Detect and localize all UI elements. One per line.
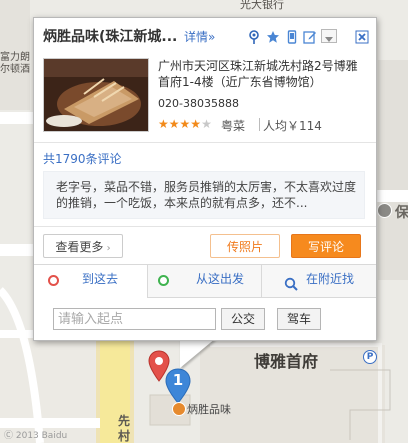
star-empty-icon: ★: [201, 117, 212, 131]
parking-icon: P: [363, 350, 377, 364]
star-filled-icon: ★: [190, 117, 202, 131]
drive-button[interactable]: 驾车: [277, 308, 321, 330]
red-dot-icon: [48, 275, 59, 286]
restaurant-photo[interactable]: [43, 58, 149, 132]
map-label-bank: 光大银行: [240, 0, 284, 11]
divider: [34, 226, 376, 227]
start-point-input[interactable]: [53, 308, 216, 330]
restaurant-map-label[interactable]: 炳胜品味: [187, 401, 231, 417]
search-icon: [284, 273, 298, 301]
per-capita-price: 人均￥114: [263, 119, 322, 133]
map-poi-icon: [377, 203, 392, 218]
poi-title[interactable]: 炳胜品味(珠江新城...: [43, 26, 177, 46]
divider: [34, 142, 376, 143]
poi-info-window: 炳胜品味(珠江新城... 详情» 广州市天河区珠江新城冼村路2号博雅首府1-4楼…: [33, 17, 377, 341]
chevron-right-icon: ›: [103, 243, 111, 254]
tab-nearby[interactable]: 在附近找: [262, 265, 376, 298]
view-more-label: 查看更多: [55, 240, 104, 254]
phone-icon[interactable]: [285, 29, 299, 44]
write-review-button[interactable]: 写评论: [291, 234, 361, 258]
marker-number: 1: [172, 371, 184, 389]
green-dot-icon: [158, 275, 169, 286]
dropdown-icon[interactable]: [321, 29, 337, 43]
phone-number: 020-38035888: [158, 97, 239, 110]
popup-tail: [180, 338, 216, 368]
review-text: 老字号，菜品不错，服务员推销的太厉害，不太喜欢过度的推销，一个吃饭，本来点的就有…: [56, 180, 357, 210]
edit-icon[interactable]: [303, 29, 317, 44]
road-label-2: 村: [118, 429, 131, 443]
rating-stars: ★★★★★: [158, 117, 212, 131]
location-pin-icon[interactable]: [247, 29, 261, 44]
map-label-right: 保: [395, 205, 408, 221]
restaurant-poi-icon: [172, 402, 186, 416]
upload-photo-button[interactable]: 传照片: [210, 234, 280, 258]
star-filled-icon: ★: [168, 117, 180, 131]
tab-go-here[interactable]: 到这去: [34, 265, 148, 298]
map-label-hotel-line2: 尔顿酒: [0, 64, 30, 75]
details-link[interactable]: 详情»: [184, 28, 215, 45]
review-count-link[interactable]: 共1790条评论: [43, 150, 122, 167]
star-filled-icon: ★: [179, 117, 191, 131]
bus-button[interactable]: 公交: [221, 308, 265, 330]
view-more-button[interactable]: 查看更多 ›: [43, 234, 123, 258]
tab-from-here[interactable]: 从这出发: [148, 265, 262, 298]
cuisine-type: 粤菜: [221, 119, 246, 133]
landmark-label: 博雅首府: [254, 352, 319, 371]
star-filled-icon: ★: [158, 117, 169, 131]
route-tabs: 到这去 从这出发 在附近找: [34, 264, 376, 299]
blue-numbered-marker[interactable]: 1: [165, 368, 191, 404]
close-icon[interactable]: [355, 29, 369, 44]
tab-from-here-label: 从这出发: [196, 272, 245, 286]
tab-go-here-label: 到这去: [82, 272, 119, 286]
map-copyright: Ⓒ 2013 Baidu: [4, 431, 68, 441]
separator: [259, 118, 260, 131]
address-text: 广州市天河区珠江新城冼村路2号博雅首府1-4楼（近广东省博物馆）: [158, 59, 358, 89]
review-snippet: 老字号，菜品不错，服务员推销的太厉害，不太喜欢过度的推销，一个吃饭，本来点的就有…: [43, 171, 365, 219]
star-icon[interactable]: [266, 29, 280, 43]
